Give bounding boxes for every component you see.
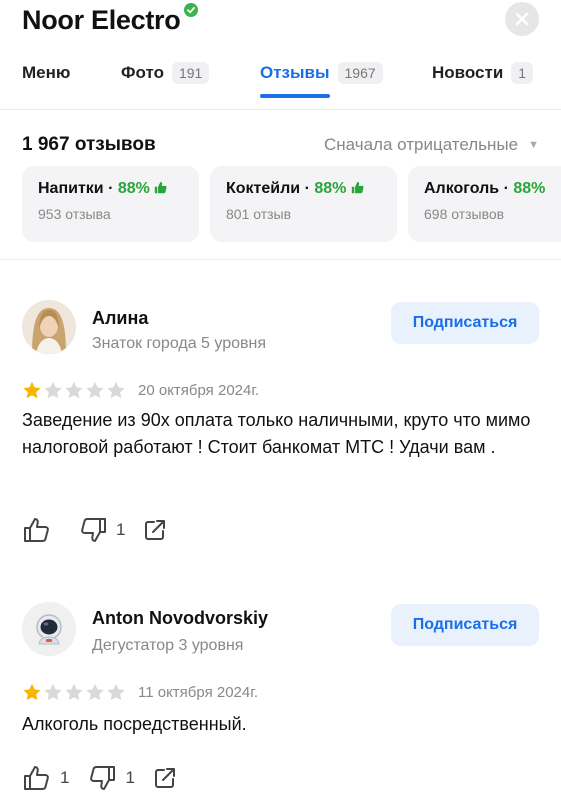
active-tab-indicator (260, 94, 330, 98)
subscribe-button[interactable]: Подписаться (391, 302, 539, 344)
star-empty-icon (86, 683, 104, 701)
avatar[interactable] (22, 602, 76, 656)
category-percent: 88% (314, 180, 347, 197)
dislike-button[interactable]: 1 (78, 516, 125, 544)
star-filled-icon (23, 381, 41, 399)
tab-news[interactable]: Новости 1 (432, 58, 534, 88)
review-rating (22, 381, 126, 399)
share-button[interactable] (143, 518, 167, 542)
tab-menu[interactable]: Меню (22, 58, 70, 88)
tab-photo[interactable]: Фото 191 (121, 58, 210, 88)
dislike-count: 1 (125, 768, 135, 787)
reviews-summary: 1 967 отзывов Сначала отрицательные ▼ (22, 132, 539, 158)
tab-bar: Меню Фото 191 Отзывы 1967 Новости 1 (0, 58, 561, 110)
like-button[interactable] (22, 516, 60, 544)
tab-reviews[interactable]: Отзывы 1967 (260, 58, 383, 88)
thumbs-down-icon (81, 518, 106, 542)
category-chip-cocktails[interactable]: Коктейли · 88% 801 отзыв (210, 166, 397, 242)
star-empty-icon (44, 381, 62, 399)
review-actions: 1 (22, 516, 185, 544)
thumbs-up-icon (351, 181, 364, 194)
tab-label: Новости (432, 63, 504, 82)
category-chip-alcohol[interactable]: Алкоголь · 88% 698 отзывов (408, 166, 561, 242)
tab-count: 1967 (337, 62, 383, 84)
review-rating (22, 683, 126, 701)
avatar[interactable] (22, 300, 76, 354)
category-percent: 88% (513, 180, 546, 197)
close-button[interactable] (505, 2, 539, 36)
star-empty-icon (86, 381, 104, 399)
tab-label: Меню (22, 63, 71, 82)
review-text: Алкоголь посредственный. (22, 714, 247, 734)
thumbs-up-icon (155, 181, 167, 194)
star-empty-icon (107, 381, 125, 399)
tab-count: 1 (511, 62, 534, 84)
star-empty-icon (65, 381, 83, 399)
like-button[interactable]: 1 (22, 764, 69, 792)
review-author-level: Знаток города 5 уровня (92, 335, 267, 352)
share-button[interactable] (153, 766, 177, 790)
header: Noor Electro (22, 2, 539, 38)
dislike-count: 1 (116, 520, 126, 539)
category-count: 801 отзыв (226, 206, 292, 222)
review-author[interactable]: Алина (92, 308, 148, 329)
star-empty-icon (107, 683, 125, 701)
review-date: 11 октября 2024г. (138, 684, 259, 701)
star-empty-icon (65, 683, 83, 701)
category-name: Коктейли (226, 180, 301, 197)
category-name: Напитки (38, 180, 104, 197)
thumbs-up-icon (24, 766, 49, 790)
dislike-button[interactable]: 1 (87, 764, 135, 792)
star-empty-icon (44, 683, 62, 701)
subscribe-button[interactable]: Подписаться (391, 604, 539, 646)
tab-count: 191 (171, 62, 210, 84)
review-actions: 1 1 (22, 764, 195, 792)
tab-label: Фото (121, 63, 164, 82)
share-icon (154, 768, 175, 788)
review-card: Алина Знаток города 5 уровня Подписаться… (0, 300, 561, 560)
reviews-total: 1 967 отзывов (22, 134, 156, 155)
review-author-level: Дегустатор 3 уровня (92, 637, 244, 654)
chevron-down-icon: ▼ (528, 139, 539, 151)
like-count: 1 (60, 768, 70, 787)
sort-label: Сначала отрицательные (323, 135, 519, 154)
page-title: Noor Electro (22, 5, 181, 35)
review-card: Anton Novodvorskiy Дегустатор 3 уровня П… (0, 602, 561, 800)
category-percent: 88% (117, 180, 150, 197)
review-date: 20 октября 2024г. (138, 382, 260, 399)
thumbs-down-icon (90, 766, 116, 790)
verified-icon (184, 3, 199, 17)
category-chip-drinks[interactable]: Напитки · 88% 953 отзыва (22, 166, 199, 242)
category-count: 698 отзывов (424, 206, 505, 222)
divider (0, 259, 561, 260)
review-author[interactable]: Anton Novodvorskiy (92, 608, 268, 629)
close-icon (515, 12, 529, 26)
sort-dropdown[interactable]: Сначала отрицательные ▼ (324, 132, 539, 158)
review-text: Заведение из 90х оплата только наличными… (22, 410, 531, 457)
category-chips: Напитки · 88% 953 отзыва Коктейли · 88% … (22, 166, 561, 242)
tab-label: Отзывы (260, 63, 330, 82)
thumbs-up-icon (24, 518, 49, 542)
category-count: 953 отзыва (38, 206, 111, 222)
share-icon (145, 520, 166, 540)
category-name: Алкоголь (424, 180, 500, 197)
star-filled-icon (23, 683, 41, 701)
